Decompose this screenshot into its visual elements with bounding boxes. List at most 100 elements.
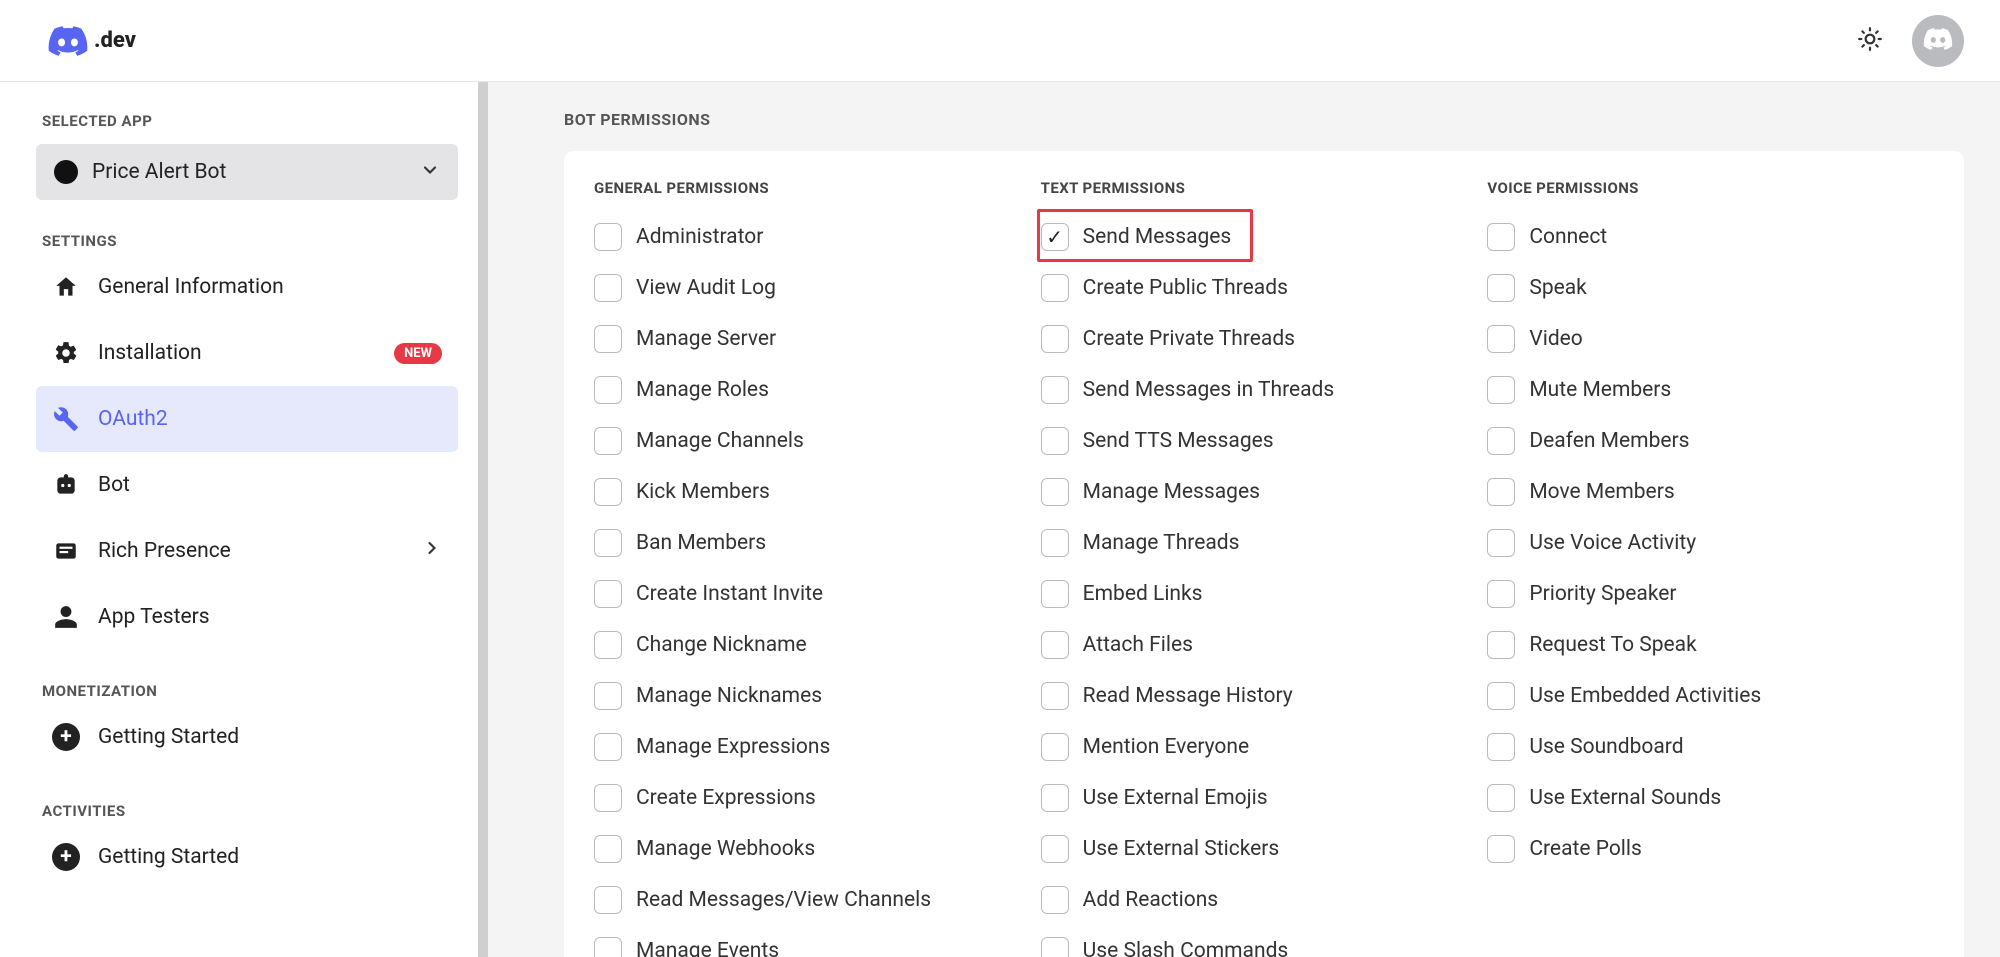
user-avatar-button[interactable] <box>1912 15 1964 67</box>
sidebar-item-label: Getting Started <box>98 845 239 869</box>
settings-label: SETTINGS <box>36 228 458 254</box>
permission-checkbox[interactable] <box>1041 478 1069 506</box>
sidebar: SELECTED APP Price Alert Bot SETTINGS Ge… <box>0 82 478 957</box>
chevron-right-icon <box>422 538 442 564</box>
permission-label: Manage Server <box>636 327 776 351</box>
permission-checkbox[interactable] <box>1487 376 1515 404</box>
sidebar-item-getting-started-activities[interactable]: +Getting Started <box>36 824 458 890</box>
sidebar-item-bot[interactable]: Bot <box>36 452 458 518</box>
permission-checkbox[interactable] <box>1487 478 1515 506</box>
permission-row: Manage Webhooks <box>594 823 1041 874</box>
app-testers-icon <box>52 603 80 631</box>
permission-checkbox[interactable] <box>1041 937 1069 957</box>
permission-checkbox[interactable] <box>1487 580 1515 608</box>
sidebar-item-general-information[interactable]: General Information <box>36 254 458 320</box>
permission-checkbox[interactable] <box>1487 427 1515 455</box>
permission-checkbox[interactable] <box>1487 784 1515 812</box>
sidebar-item-app-testers[interactable]: App Testers <box>36 584 458 650</box>
permission-checkbox[interactable] <box>594 784 622 812</box>
permission-row: Use External Emojis <box>1041 772 1488 823</box>
permission-checkbox[interactable] <box>594 733 622 761</box>
permission-label: Priority Speaker <box>1529 582 1676 606</box>
discord-avatar-icon <box>1923 28 1953 53</box>
permission-checkbox[interactable] <box>1041 682 1069 710</box>
permission-label: Use Soundboard <box>1529 735 1683 759</box>
sidebar-scrollbar[interactable] <box>478 82 488 957</box>
permission-row: Connect <box>1487 211 1934 262</box>
permission-checkbox[interactable] <box>1041 886 1069 914</box>
permission-checkbox[interactable] <box>594 223 622 251</box>
permission-checkbox[interactable] <box>594 325 622 353</box>
permission-label: Use External Emojis <box>1083 786 1268 810</box>
permission-checkbox[interactable] <box>1041 274 1069 302</box>
permission-checkbox[interactable] <box>594 682 622 710</box>
voice-permissions-column: VOICE PERMISSIONS ConnectSpeakVideoMute … <box>1487 179 1934 957</box>
new-badge: NEW <box>394 343 442 364</box>
permission-checkbox[interactable] <box>594 274 622 302</box>
permission-checkbox[interactable] <box>1487 223 1515 251</box>
permission-row: Kick Members <box>594 466 1041 517</box>
permission-checkbox[interactable] <box>1041 325 1069 353</box>
permission-row: Use Soundboard <box>1487 721 1934 772</box>
permission-checkbox[interactable] <box>594 886 622 914</box>
permission-checkbox[interactable] <box>1041 427 1069 455</box>
permission-checkbox[interactable] <box>1041 631 1069 659</box>
sidebar-item-label: Getting Started <box>98 725 239 749</box>
permission-checkbox[interactable] <box>594 937 622 957</box>
permission-label: Administrator <box>636 225 763 249</box>
permission-checkbox[interactable] <box>594 427 622 455</box>
header-actions <box>1852 15 1964 67</box>
permission-row: Send Messages in Threads <box>1041 364 1488 415</box>
permission-checkbox[interactable] <box>1041 733 1069 761</box>
permission-label: Use Embedded Activities <box>1529 684 1761 708</box>
permission-row: Manage Messages <box>1041 466 1488 517</box>
permission-checkbox[interactable] <box>1487 274 1515 302</box>
permission-checkbox[interactable] <box>1487 835 1515 863</box>
permission-checkbox[interactable] <box>594 478 622 506</box>
permission-checkbox[interactable] <box>1041 529 1069 557</box>
permission-checkbox[interactable] <box>594 376 622 404</box>
permission-checkbox[interactable] <box>1041 376 1069 404</box>
permission-checkbox[interactable] <box>1041 580 1069 608</box>
sidebar-item-rich-presence[interactable]: Rich Presence <box>36 518 458 584</box>
chevron-down-icon <box>420 160 440 184</box>
theme-toggle-button[interactable] <box>1852 23 1888 59</box>
permission-label: Create Instant Invite <box>636 582 823 606</box>
sidebar-item-label: Rich Presence <box>98 539 231 563</box>
permission-row: Send Messages <box>1041 211 1488 262</box>
bot-icon <box>52 471 80 499</box>
app-selector[interactable]: Price Alert Bot <box>36 144 458 200</box>
permission-row: Speak <box>1487 262 1934 313</box>
permission-row: Request To Speak <box>1487 619 1934 670</box>
sun-icon <box>1857 26 1883 55</box>
permission-label: Send Messages <box>1083 225 1232 249</box>
permission-checkbox[interactable] <box>1487 733 1515 761</box>
permission-checkbox[interactable] <box>1041 784 1069 812</box>
permission-checkbox[interactable] <box>594 631 622 659</box>
permission-row: Manage Server <box>594 313 1041 364</box>
permission-checkbox[interactable] <box>594 580 622 608</box>
logo[interactable]: .dev <box>48 26 136 56</box>
permission-checkbox[interactable] <box>594 835 622 863</box>
permission-row: Attach Files <box>1041 619 1488 670</box>
permission-row: Ban Members <box>594 517 1041 568</box>
text-permissions-header: TEXT PERMISSIONS <box>1041 179 1488 197</box>
permission-label: Kick Members <box>636 480 770 504</box>
permission-checkbox[interactable] <box>1487 682 1515 710</box>
permission-checkbox[interactable] <box>1487 529 1515 557</box>
sidebar-item-installation[interactable]: InstallationNEW <box>36 320 458 386</box>
sidebar-item-getting-started-monetization[interactable]: + Getting Started <box>36 704 458 770</box>
permission-label: Use Voice Activity <box>1529 531 1696 555</box>
permission-row: Create Private Threads <box>1041 313 1488 364</box>
app-name: Price Alert Bot <box>92 160 406 184</box>
permission-row: View Audit Log <box>594 262 1041 313</box>
sidebar-item-oauth2[interactable]: OAuth2 <box>36 386 458 452</box>
permission-checkbox[interactable] <box>594 529 622 557</box>
permission-row: Create Expressions <box>594 772 1041 823</box>
logo-text: .dev <box>94 28 136 53</box>
permission-checkbox[interactable] <box>1041 223 1069 251</box>
permission-checkbox[interactable] <box>1487 631 1515 659</box>
permission-checkbox[interactable] <box>1487 325 1515 353</box>
permission-checkbox[interactable] <box>1041 835 1069 863</box>
plus-icon: + <box>52 723 80 751</box>
